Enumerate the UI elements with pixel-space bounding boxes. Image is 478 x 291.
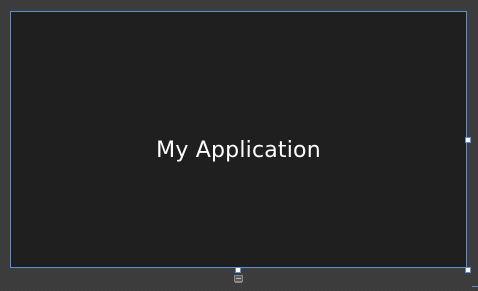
corner-resize-indicator: [472, 286, 478, 287]
designer-canvas: My Application: [0, 0, 478, 291]
adorner-icon[interactable]: [234, 275, 243, 283]
app-title: My Application: [156, 138, 321, 163]
resize-handle-right[interactable]: [465, 137, 471, 143]
resize-handle-bottom-right[interactable]: [465, 267, 471, 273]
resize-handle-bottom[interactable]: [235, 267, 241, 273]
application-window-preview[interactable]: My Application: [10, 11, 467, 268]
